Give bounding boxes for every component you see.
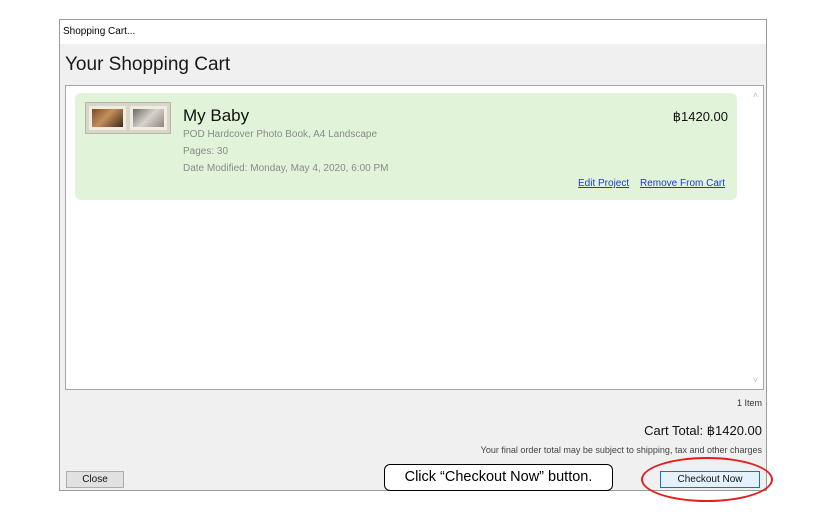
edit-project-link[interactable]: Edit Project bbox=[578, 178, 629, 189]
cart-item[interactable]: My Baby POD Hardcover Photo Book, A4 Lan… bbox=[75, 93, 737, 200]
item-count: 1 Item bbox=[736, 398, 762, 408]
photo-book-thumbnail bbox=[85, 102, 171, 134]
cart-total: Cart Total: ฿1420.00 bbox=[644, 423, 762, 438]
window-title: Shopping Cart... bbox=[60, 20, 766, 44]
thumbnail-page-right bbox=[130, 106, 167, 130]
baby-photo-image bbox=[133, 109, 164, 127]
chevron-down-icon[interactable]: ˅ bbox=[748, 373, 763, 387]
close-button[interactable]: Close bbox=[66, 471, 124, 488]
baby-photo-image bbox=[92, 109, 123, 127]
item-title: My Baby bbox=[183, 106, 250, 125]
chevron-up-icon[interactable]: ˄ bbox=[748, 88, 763, 102]
vertical-scrollbar[interactable]: ˄ ˅ bbox=[748, 86, 763, 389]
item-date-modified: Date Modified: Monday, May 4, 2020, 6:00… bbox=[183, 163, 389, 174]
highlight-ring bbox=[641, 457, 773, 502]
thumbnail-page-left bbox=[89, 106, 126, 130]
item-product: POD Hardcover Photo Book, A4 Landscape bbox=[183, 129, 378, 140]
item-pages: Pages: 30 bbox=[183, 146, 229, 157]
cart-item-list[interactable]: My Baby POD Hardcover Photo Book, A4 Lan… bbox=[65, 85, 764, 390]
shopping-cart-window: Shopping Cart... Your Shopping Cart My B… bbox=[59, 19, 767, 491]
page-title: Your Shopping Cart bbox=[65, 54, 231, 75]
item-price: ฿1420.00 bbox=[672, 109, 728, 124]
instruction-callout: Click “Checkout Now” button. bbox=[384, 464, 613, 491]
remove-from-cart-link[interactable]: Remove From Cart bbox=[640, 178, 725, 189]
order-disclaimer: Your final order total may be subject to… bbox=[480, 445, 762, 455]
